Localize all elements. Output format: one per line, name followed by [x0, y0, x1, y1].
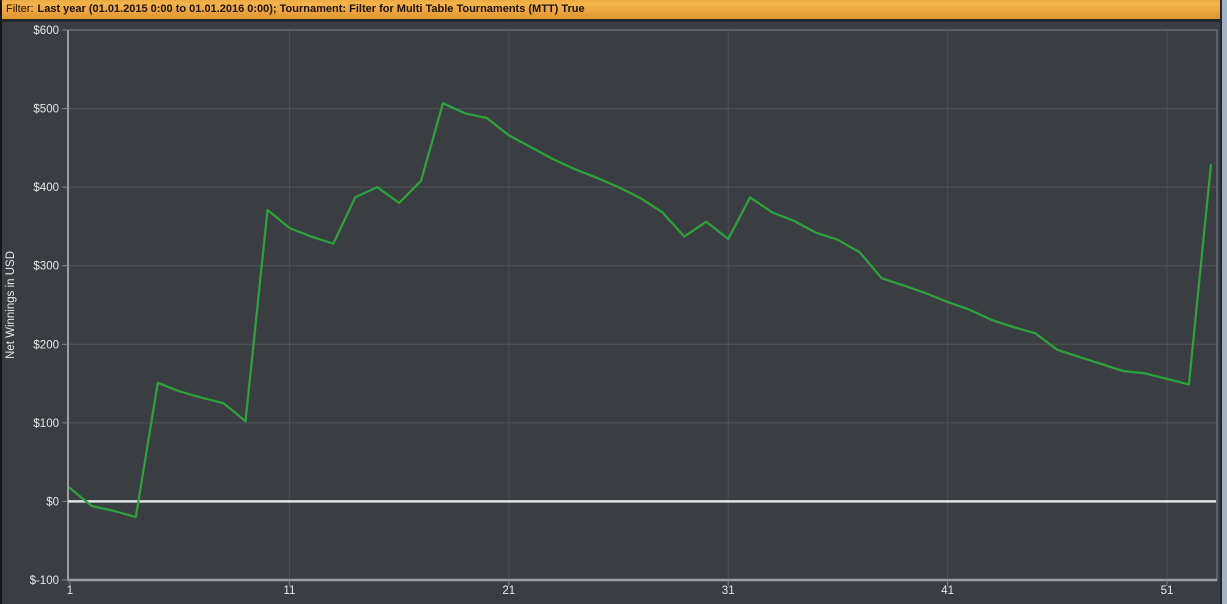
y-axis-title: Net Winnings in USD	[5, 251, 17, 359]
x-tick-label: 11	[283, 585, 295, 597]
y-tick-label: $200	[33, 339, 59, 351]
y-tick-label: $500	[33, 104, 59, 116]
x-tick-label: 31	[722, 585, 735, 597]
filter-bar: Filter: Last year (01.01.2015 0:00 to 01.…	[2, 0, 1222, 22]
y-tick-label: $600	[33, 25, 59, 37]
y-tick-label: $100	[33, 418, 59, 430]
filter-criteria: Last year (01.01.2015 0:00 to 01.01.2016…	[37, 3, 585, 15]
filter-label: Filter:	[6, 3, 34, 15]
x-tick-label: 1	[67, 585, 73, 597]
y-tick-label: $400	[33, 182, 59, 194]
window-left-border	[0, 0, 2, 604]
x-tick-label: 21	[502, 585, 515, 597]
y-tick-label: $0	[46, 496, 59, 508]
x-tick-label: 51	[1161, 585, 1174, 597]
net-winnings-line-chart[interactable]: $600$500$400$300$200$100$0$-1001 11 21 31 41…	[0, 0, 1227, 604]
y-tick-label: $-100	[30, 575, 59, 587]
plot-area[interactable]	[68, 30, 1217, 580]
tournament-results-graph-window: Filter: Last year (01.01.2015 0:00 to 01.…	[0, 0, 1227, 604]
window-right-edge-strip	[1220, 0, 1227, 604]
y-tick-label: $300	[33, 261, 59, 273]
x-tick-label: 41	[941, 585, 954, 597]
